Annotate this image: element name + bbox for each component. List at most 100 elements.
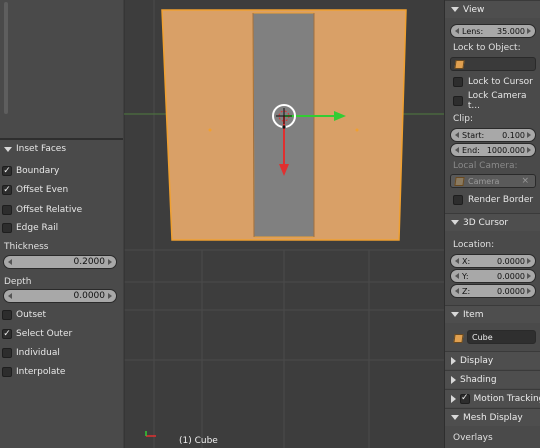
increment-arrow-icon[interactable] [527,273,531,279]
view-section-header[interactable]: View [445,0,540,18]
clip-end-value: 1000.000 [486,145,525,155]
x-label: X: [462,256,471,266]
option-label: Lock to Cursor [468,77,533,87]
increment-arrow-icon[interactable] [527,258,531,264]
boundary-option[interactable]: ✓ Boundary [2,163,59,179]
clip-start-field[interactable]: Start: 0.100 [450,128,536,142]
offset-relative-option[interactable]: Offset Relative [2,202,82,218]
lock-object-field[interactable] [450,57,536,71]
increment-arrow-icon[interactable] [108,293,112,299]
checkbox-unchecked-icon[interactable] [453,77,463,87]
checkbox-unchecked-icon[interactable] [453,195,463,205]
decrement-arrow-icon[interactable] [8,293,12,299]
clip-start-value: 0.100 [502,130,525,140]
lock-camera-option[interactable]: Lock Camera t... [453,91,540,111]
cursor-section-title: 3D Cursor [463,217,509,228]
overlays-label: Overlays [453,433,493,443]
operator-panel-header[interactable]: Inset Faces [0,140,123,158]
increment-arrow-icon[interactable] [108,259,112,265]
viewport-scene[interactable] [124,0,444,448]
increment-arrow-icon[interactable] [527,132,531,138]
z-label: Z: [462,286,471,296]
checkbox-unchecked-icon[interactable] [2,223,12,233]
increment-arrow-icon[interactable] [527,147,531,153]
tool-shelf-tools-area [0,0,123,138]
option-label: Lock Camera t... [467,91,527,111]
lock-to-cursor-option[interactable]: Lock to Cursor [453,74,533,90]
interpolate-option[interactable]: Interpolate [2,364,65,380]
offset-even-option[interactable]: ✓ Offset Even [2,182,68,198]
collapse-arrow-icon [451,312,459,317]
increment-arrow-icon[interactable] [527,28,531,34]
thickness-field[interactable]: 0.2000 [3,255,117,269]
cursor-section-header[interactable]: 3D Cursor [445,213,540,231]
cursor-y-field[interactable]: Y: 0.0000 [450,269,536,283]
local-camera-label: Local Camera: [453,161,518,171]
select-outer-option[interactable]: ✓ Select Outer [2,326,72,342]
checkbox-checked-icon[interactable]: ✓ [2,329,12,339]
option-label: Individual [16,348,60,358]
local-camera-field[interactable]: Camera × [450,174,536,188]
option-label: Interpolate [16,367,66,377]
display-section-header[interactable]: Display [445,351,540,369]
cursor-z-field[interactable]: Z: 0.0000 [450,284,536,298]
option-label: Edge Rail [16,223,59,233]
checkbox-unchecked-icon[interactable] [2,310,12,320]
increment-arrow-icon[interactable] [527,288,531,294]
lens-field[interactable]: Lens: 35.000 [450,24,536,38]
thickness-label: Thickness [4,242,49,252]
checkbox-unchecked-icon[interactable] [2,348,12,358]
option-label: Outset [16,310,47,320]
edge-rail-option[interactable]: Edge Rail [2,220,58,236]
thickness-value: 0.2000 [73,257,106,267]
option-label: Offset Even [16,185,69,195]
clip-end-field[interactable]: End: 1000.000 [450,143,536,157]
3d-viewport[interactable]: (1) Cube [124,0,444,448]
checkbox-checked-icon[interactable]: ✓ [460,393,470,404]
display-section-title: Display [460,355,494,366]
camera-icon [454,176,465,186]
z-value: 0.0000 [497,286,525,296]
individual-option[interactable]: Individual [2,345,60,361]
motion-tracking-section-header[interactable]: ✓ Motion Tracking [445,389,540,407]
clip-label: Clip: [453,114,474,124]
lock-to-object-label: Lock to Object: [453,43,521,53]
face-dot [355,128,359,132]
outset-option[interactable]: Outset [2,307,46,323]
checkbox-unchecked-icon[interactable] [2,205,12,215]
checkbox-unchecked-icon[interactable] [453,96,463,106]
item-section-header[interactable]: Item [445,305,540,323]
depth-value: 0.0000 [73,291,106,301]
depth-field[interactable]: 0.0000 [3,289,117,303]
lens-label: Lens: [462,26,484,36]
clip-start-label: Start: [462,130,485,140]
expand-arrow-icon [451,394,456,403]
option-label: Offset Relative [16,205,83,215]
checkbox-checked-icon[interactable]: ✓ [2,166,12,176]
collapse-arrow-icon [451,7,459,12]
x-value: 0.0000 [497,256,525,266]
clear-icon[interactable]: × [521,176,529,186]
collapse-arrow-icon [451,220,459,225]
y-value: 0.0000 [497,271,525,281]
expand-arrow-icon [451,375,456,384]
viewport-footer: (1) Cube [124,434,444,448]
tool-shelf-scrollbar[interactable] [4,2,8,114]
option-label: Render Border [468,195,534,205]
cube-icon [454,59,465,69]
mesh-display-title: Mesh Display [463,412,523,423]
checkbox-unchecked-icon[interactable] [2,367,12,377]
operator-panel: Inset Faces ✓ Boundary ✓ Offset Even Off… [0,140,123,448]
object-name-field[interactable]: Cube [467,330,536,344]
item-section-title: Item [463,309,484,320]
checkbox-checked-icon[interactable]: ✓ [2,185,12,195]
expand-arrow-icon [451,356,456,365]
render-border-option[interactable]: Render Border [453,192,533,208]
cursor-x-field[interactable]: X: 0.0000 [450,254,536,268]
location-label: Location: [453,240,495,250]
depth-label: Depth [4,277,32,287]
mesh-display-section-header[interactable]: Mesh Display [445,408,540,426]
decrement-arrow-icon[interactable] [8,259,12,265]
shading-section-header[interactable]: Shading [445,370,540,388]
y-label: Y: [462,271,469,281]
